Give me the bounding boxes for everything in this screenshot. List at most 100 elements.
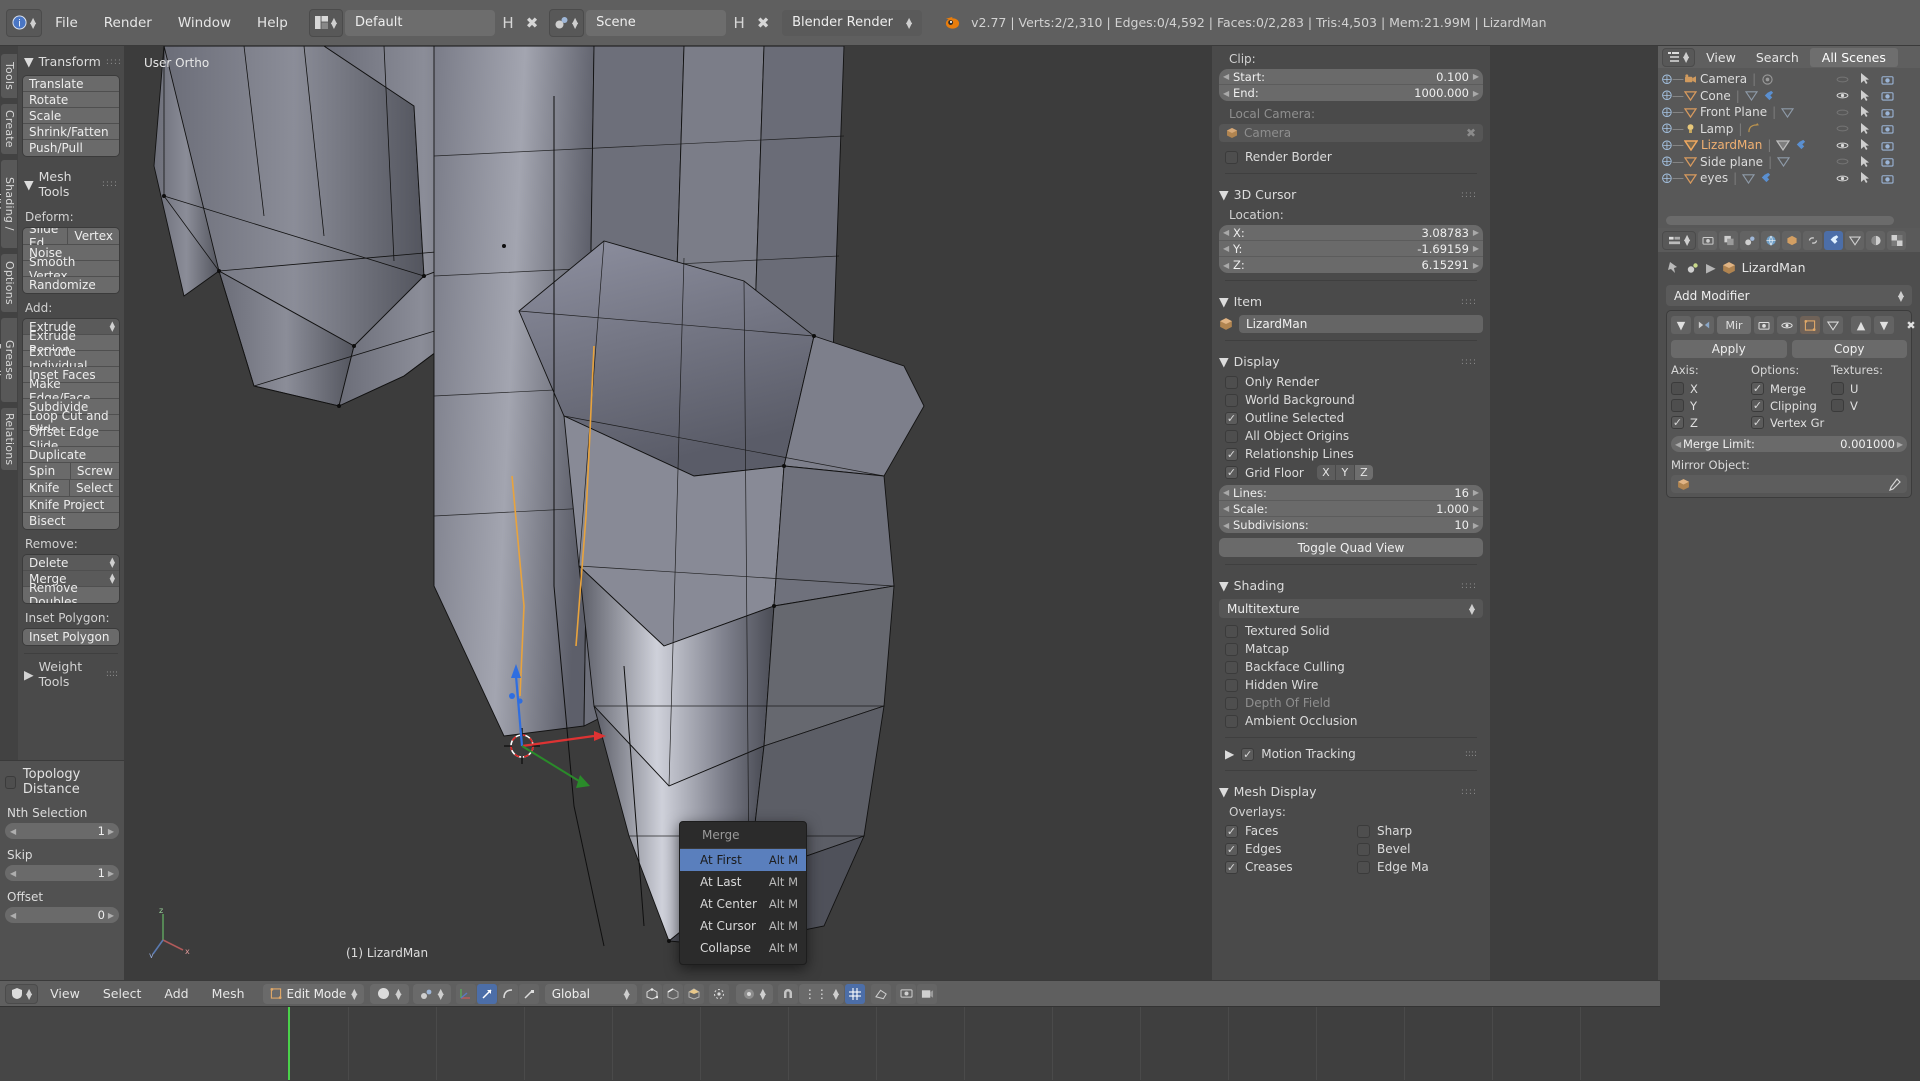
cursor-y-field[interactable]: ◀ Y: -1.69159 ▶	[1219, 241, 1483, 257]
toolshelf-tab-shading-uvs[interactable]: Shading / UVs	[0, 160, 17, 248]
render-camera-icon[interactable]	[1881, 107, 1894, 118]
chevron-right-icon[interactable]: ▶	[1897, 440, 1903, 449]
3d-cursor-panel-header[interactable]: ▼ 3D Cursor ::::	[1219, 181, 1483, 206]
grid-axis-x[interactable]: X	[1316, 465, 1335, 480]
mirror-v-checkbox[interactable]	[1831, 399, 1844, 412]
merge-limit-field[interactable]: ◀ Merge Limit: 0.001000 ▶	[1671, 436, 1907, 452]
eye-hidden-icon[interactable]	[1836, 75, 1849, 84]
render-engine-select[interactable]: Blender Render ▲ ▼	[782, 9, 923, 36]
snap-magnet-icon[interactable]	[777, 983, 798, 1004]
outline-selected-row[interactable]: ✓ Outline Selected	[1219, 409, 1483, 427]
tool-randomize[interactable]: Randomize	[23, 277, 119, 293]
tool-delete-dropdown[interactable]: Delete ▲ ▼	[23, 555, 119, 571]
overlay-faces-row[interactable]: ✓ Faces	[1219, 822, 1351, 840]
weight-tools-panel-header[interactable]: ▶ Weight Tools ::::	[22, 654, 120, 694]
overlay-bevel-checkbox[interactable]	[1357, 842, 1370, 856]
delete-scene-icon[interactable]: ✖	[752, 11, 774, 35]
modifier-render-toggle-icon[interactable]	[1754, 316, 1774, 334]
grid-lines-field[interactable]: ◀ Lines: 16 ▶	[1219, 485, 1483, 501]
proportional-falloff-select[interactable]: ▲ ▼	[735, 983, 773, 1004]
expand-plus-icon[interactable]: ⨁	[1662, 173, 1672, 184]
render-border-row[interactable]: Render Border	[1219, 148, 1483, 166]
merge-menu-item-at-cursor[interactable]: At Cursor Alt M	[680, 915, 806, 937]
add-modifier-button[interactable]: Add Modifier ▲ ▼	[1666, 285, 1912, 306]
motion-tracking-panel-header[interactable]: ▶ ✓ Motion Tracking ::::	[1219, 745, 1483, 763]
vertex-select-mode-icon[interactable]	[641, 983, 662, 1004]
mirror-merge-row[interactable]: ✓ Merge	[1751, 380, 1827, 397]
viewport-shading-select[interactable]: ▲ ▼	[370, 983, 409, 1004]
chevron-left-icon[interactable]: ◀	[1223, 521, 1229, 530]
chevron-left-icon[interactable]: ◀	[1223, 244, 1229, 253]
add-scene-icon[interactable]: Н	[728, 11, 750, 35]
expand-plus-icon[interactable]: ⨁	[1662, 90, 1672, 101]
mirror-clipping-row[interactable]: ✓ Clipping	[1751, 397, 1827, 414]
nth-selection-field[interactable]: ◀ 1 ▶	[5, 823, 119, 839]
screen-layout-icon[interactable]: ▲ ▼	[308, 8, 343, 37]
properties-tab-render[interactable]	[1698, 230, 1718, 250]
expand-plus-icon[interactable]: ⨁	[1662, 156, 1672, 167]
mirror-vertex-group-checkbox[interactable]: ✓	[1751, 416, 1764, 429]
outliner-row-side-plane[interactable]: ⨁ — Side plane |	[1658, 154, 1920, 171]
chevron-left-icon[interactable]: ◀	[10, 911, 16, 920]
ambient-occlusion-checkbox[interactable]	[1225, 714, 1238, 728]
footer-menu-add[interactable]: Add	[153, 984, 199, 1004]
scene-name[interactable]: Scene	[586, 9, 727, 36]
face-select-mode-icon[interactable]	[683, 983, 704, 1004]
all-object-origins-row[interactable]: All Object Origins	[1219, 427, 1483, 445]
overlay-edges-checkbox[interactable]: ✓	[1225, 842, 1238, 856]
overlay-creases-checkbox[interactable]: ✓	[1225, 860, 1238, 874]
chevron-right-icon[interactable]: ▶	[1473, 521, 1479, 530]
properties-tab-scene[interactable]	[1740, 230, 1760, 250]
hidden-wire-row[interactable]: Hidden Wire	[1219, 676, 1483, 694]
footer-menu-mesh[interactable]: Mesh	[201, 984, 256, 1004]
hidden-wire-checkbox[interactable]	[1225, 678, 1238, 692]
merge-menu-item-at-center[interactable]: At Center Alt M	[680, 893, 806, 915]
render-camera-icon[interactable]	[1881, 74, 1894, 85]
properties-tab-object[interactable]	[1782, 230, 1802, 250]
merge-menu-item-collapse[interactable]: Collapse Alt M	[680, 937, 806, 959]
tool-scale[interactable]: Scale	[23, 108, 119, 124]
offset-field[interactable]: ◀ 0 ▶	[5, 907, 119, 923]
transform-panel-header[interactable]: ▼ Transform ::::	[22, 50, 121, 75]
outliner-menu-view[interactable]: View	[1697, 50, 1745, 65]
chevron-right-icon[interactable]: ▶	[108, 827, 114, 836]
mirror-vertex-group-row[interactable]: ✓ Vertex Gr	[1751, 414, 1827, 431]
chevron-right-icon[interactable]: ▶	[1473, 261, 1479, 270]
render-camera-icon[interactable]	[1881, 123, 1894, 134]
footer-editor-type-icon[interactable]: ▲ ▼	[5, 983, 39, 1004]
menu-file[interactable]: File	[42, 9, 91, 37]
mirror-object-field[interactable]	[1671, 475, 1907, 493]
toolshelf-tab-tools[interactable]: Tools	[1, 54, 17, 98]
cursor-z-field[interactable]: ◀ Z: 6.15291 ▶	[1219, 257, 1483, 273]
eye-hidden-icon[interactable]	[1836, 124, 1849, 133]
overlay-creases-row[interactable]: ✓ Creases	[1219, 858, 1351, 876]
cursor-arrow-icon[interactable]	[1860, 155, 1870, 168]
timeline-playhead[interactable]	[288, 1007, 290, 1080]
overlay-sharp-row[interactable]: Sharp	[1351, 822, 1483, 840]
matcap-row[interactable]: Matcap	[1219, 640, 1483, 658]
mirror-merge-checkbox[interactable]: ✓	[1751, 382, 1764, 395]
snap-target-icon[interactable]	[845, 983, 866, 1004]
mirror-axis-x-checkbox[interactable]	[1671, 382, 1684, 395]
grid-subdivisions-field[interactable]: ◀ Subdivisions: 10 ▶	[1219, 517, 1483, 533]
overlay-sharp-checkbox[interactable]	[1357, 824, 1370, 838]
delete-screen-layout-icon[interactable]: ✖	[521, 11, 543, 35]
topology-distance-checkbox[interactable]	[5, 775, 16, 789]
toolshelf-tab-grease-pencil[interactable]: Grease Pencil	[0, 318, 17, 402]
textured-solid-checkbox[interactable]	[1225, 624, 1238, 638]
chevron-left-icon[interactable]: ◀	[1223, 504, 1229, 513]
occlude-geometry-icon[interactable]	[871, 983, 892, 1004]
proportional-edit-icon[interactable]	[708, 983, 729, 1004]
chevron-left-icon[interactable]: ◀	[10, 827, 16, 836]
translate-manipulator-icon[interactable]	[476, 983, 497, 1004]
chevron-right-icon[interactable]: ▶	[1473, 488, 1479, 497]
overlay-edges-row[interactable]: ✓ Edges	[1219, 840, 1351, 858]
relationship-lines-row[interactable]: ✓ Relationship Lines	[1219, 445, 1483, 463]
properties-tab-texture[interactable]	[1887, 230, 1907, 250]
outliner-row-cone[interactable]: ⨁ — Cone |	[1658, 88, 1920, 105]
clip-end-field[interactable]: ◀ End: 1000.000 ▶	[1219, 85, 1483, 101]
item-name-field[interactable]: LizardMan	[1239, 315, 1483, 333]
edge-select-mode-icon[interactable]	[662, 983, 683, 1004]
modifier-delete-icon[interactable]: ✖	[1901, 316, 1920, 334]
properties-tab-data[interactable]	[1845, 230, 1865, 250]
